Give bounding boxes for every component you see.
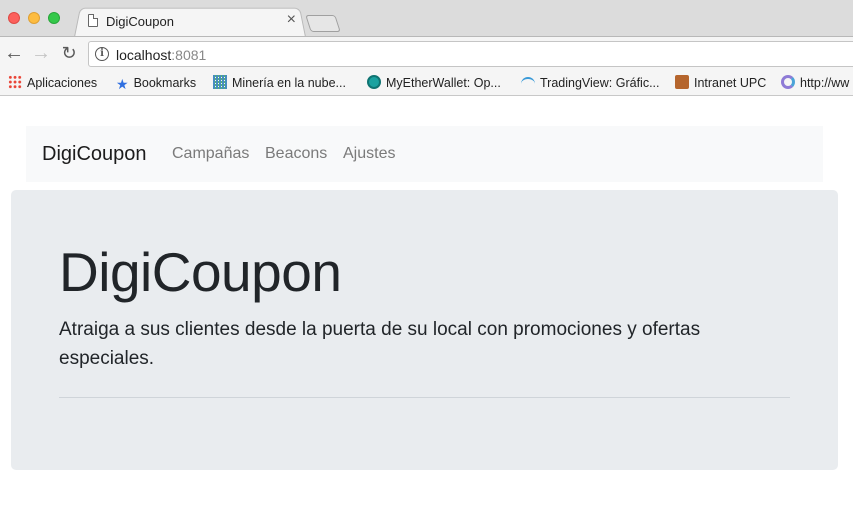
forward-arrow-icon[interactable]: →: [30, 42, 52, 64]
nav-link-ajustes[interactable]: Ajustes: [343, 145, 395, 163]
bookmark-label: TradingView: Gráfic...: [540, 76, 660, 90]
site-favicon: [213, 75, 227, 89]
bookmark-myetherwallet[interactable]: MyEtherWallet: Op...: [367, 74, 501, 92]
active-tab-content[interactable]: DigiCoupon ×: [84, 8, 300, 36]
window-minimize-button[interactable]: [28, 12, 40, 24]
close-tab-icon[interactable]: ×: [287, 11, 296, 29]
window-maximize-button[interactable]: [48, 12, 60, 24]
jumbotron-divider: [59, 397, 790, 398]
bookmark-label: Bookmarks: [133, 76, 197, 90]
bookmark-bookmarks[interactable]: ★ Bookmarks: [116, 74, 196, 92]
bookmark-label: MyEtherWallet: Op...: [386, 76, 501, 90]
link-favicon: [781, 75, 795, 89]
browser-chrome: DigiCoupon × ← → ↻ i localhost:8081 Apli…: [0, 0, 853, 96]
jumbotron-lead: Atraiga a sus clientes desde la puerta d…: [59, 319, 701, 369]
url-text[interactable]: localhost:8081: [116, 47, 206, 63]
bookmark-aplicaciones[interactable]: Aplicaciones: [8, 74, 97, 92]
bookmark-label: Aplicaciones: [27, 76, 98, 90]
nav-link-beacons[interactable]: Beacons: [265, 145, 327, 163]
tab-strip: DigiCoupon ×: [0, 0, 853, 37]
window-close-button[interactable]: [8, 12, 20, 24]
bookmark-http[interactable]: http://ww: [781, 74, 849, 92]
jumbotron-heading: DigiCoupon: [59, 241, 342, 303]
tradingview-icon: [521, 77, 535, 87]
bookmarks-bar: Aplicaciones ★ Bookmarks Minería en la nu…: [0, 70, 853, 96]
url-port: :8081: [171, 47, 207, 63]
bookmark-label: Minería en la nube...: [232, 76, 346, 90]
bookmark-intranet-upc[interactable]: Intranet UPC: [675, 74, 766, 92]
reload-icon[interactable]: ↻: [58, 42, 80, 64]
bookmark-label: Intranet UPC: [694, 76, 767, 90]
apps-grid-icon: [8, 75, 22, 89]
nav-link-campanas[interactable]: Campañas: [172, 145, 249, 163]
bookmark-label: http://ww: [800, 76, 850, 90]
page-icon: [88, 14, 98, 27]
jumbotron: DigiCoupon Atraiga a sus clientes desde …: [11, 190, 838, 470]
back-arrow-icon[interactable]: ←: [3, 42, 25, 64]
info-icon[interactable]: i: [95, 47, 109, 61]
bookmark-mineria[interactable]: Minería en la nube...: [213, 74, 346, 92]
address-bar[interactable]: i localhost:8081: [88, 41, 853, 67]
site-navbar: DigiCoupon Campañas Beacons Ajustes: [26, 126, 823, 182]
new-tab-button[interactable]: [305, 15, 341, 32]
tab-title: DigiCoupon: [106, 14, 174, 29]
url-host: localhost: [116, 47, 172, 63]
myetherwallet-icon: [367, 75, 381, 89]
star-icon: ★: [116, 76, 129, 92]
upc-favicon: [675, 75, 689, 89]
navbar-brand[interactable]: DigiCoupon: [42, 143, 147, 166]
bookmark-tradingview[interactable]: TradingView: Gráfic...: [521, 74, 660, 92]
browser-toolbar: ← → ↻ i localhost:8081: [0, 36, 853, 70]
